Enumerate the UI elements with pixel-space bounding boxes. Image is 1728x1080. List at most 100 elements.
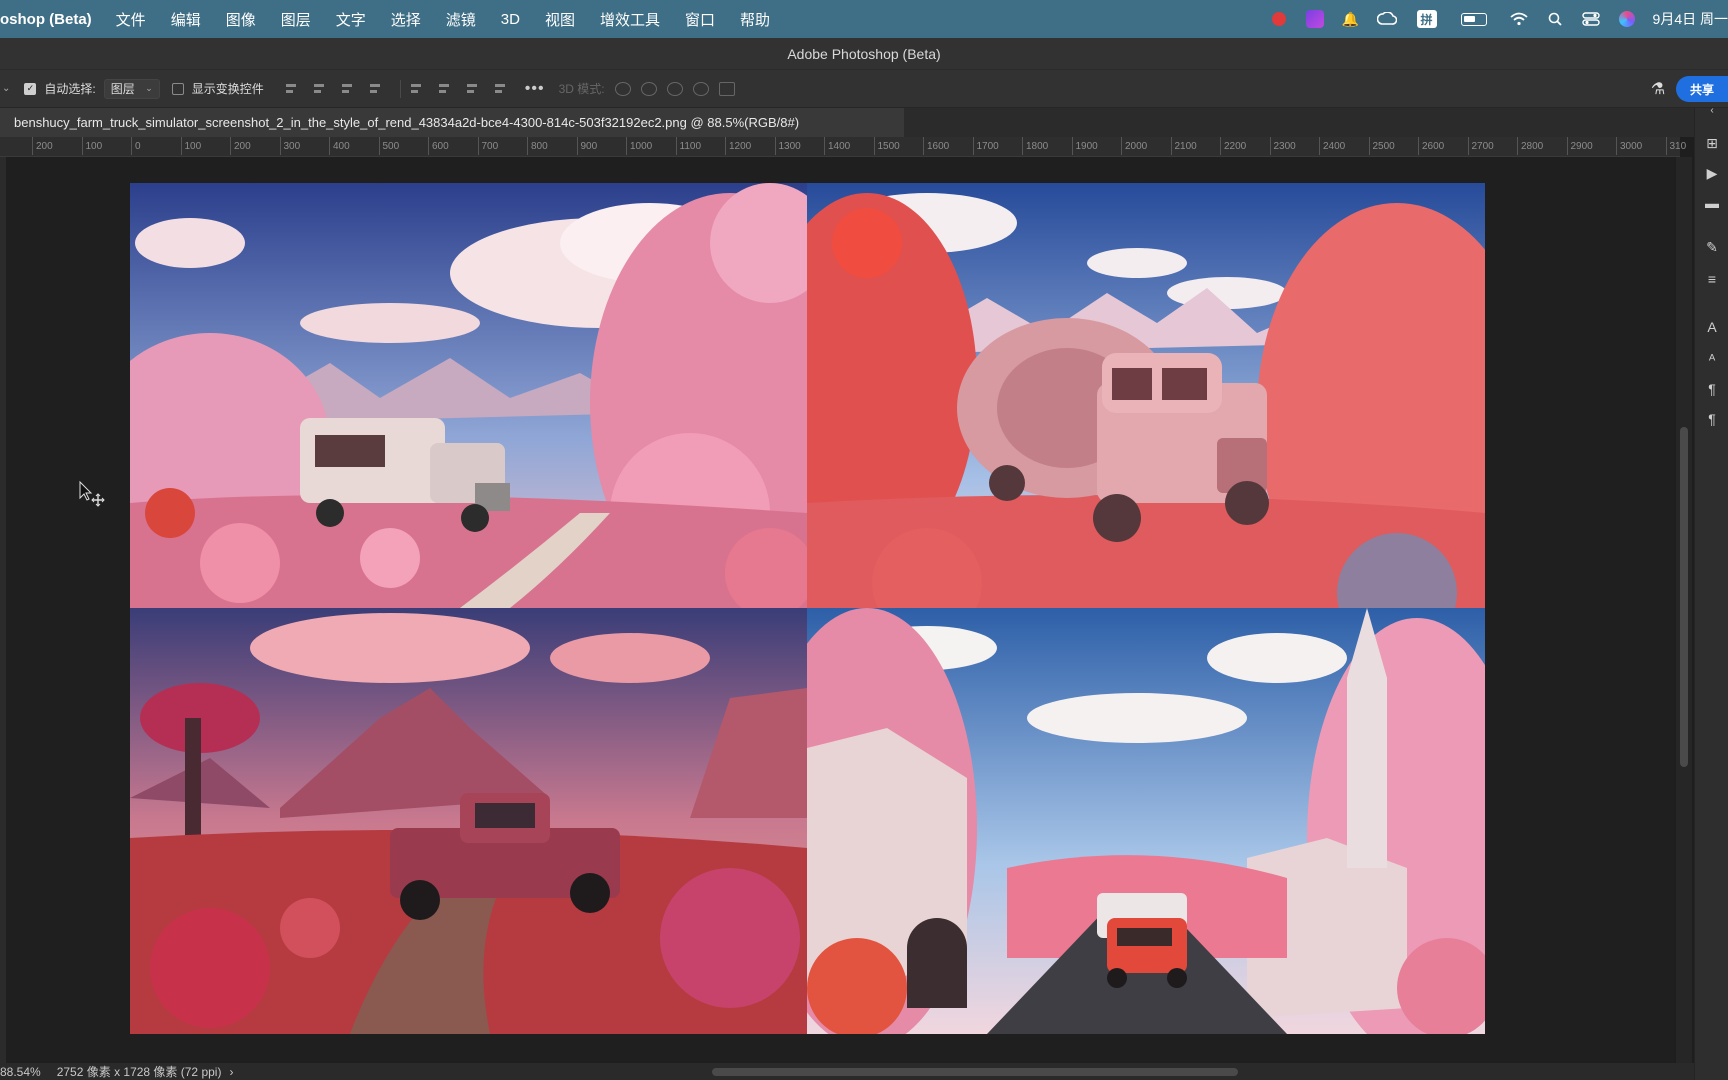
ruler-tick-label: 2900 [1566,137,1593,155]
ruler-tick-label: 2000 [1120,137,1148,155]
distribute-vertical-icon[interactable] [368,82,384,96]
menu-help[interactable]: 帮助 [740,9,770,30]
image-panel-bottom-left [130,608,807,1034]
app-extra-icon[interactable] [1305,9,1325,29]
ruler-tick-label: 2100 [1170,137,1197,155]
menu-plugins[interactable]: 增效工具 [600,9,660,30]
creative-cloud-icon[interactable] [1376,9,1397,29]
divider [399,79,401,98]
vertical-scroll-thumb[interactable] [1680,427,1688,767]
ruler-tick-label: 2800 [1516,137,1544,155]
zoom-level[interactable]: 88.54% [0,1065,41,1079]
actions-play-icon[interactable]: ▶ [1703,164,1721,182]
window-title-bar: Adobe Photoshop (Beta) [0,38,1728,70]
ruler-tick-label: 1600 [922,137,950,155]
auto-select-checkbox[interactable]: ✓ [24,82,37,95]
tool-preset-chevron-icon[interactable]: ⌄ [2,83,10,94]
auto-select-target-dropdown[interactable]: 图层 ⌄ [103,78,160,99]
ruler-tick-label: 2300 [1269,137,1296,155]
horizontal-scroll-thumb[interactable] [712,1068,1238,1076]
ruler-tick-label: 2200 [1219,137,1247,155]
ruler-tick-label: 2500 [1368,137,1395,155]
ruler-tick-label: 1800 [1021,137,1049,155]
status-menu: 🔔 拼 9月4日 周一 [1253,0,1728,38]
truck-scene-top-left [130,183,807,608]
ruler-tick-label: 0 [131,137,141,155]
battery-icon[interactable] [1459,9,1489,29]
ruler-tick-label: 1400 [823,137,851,155]
align-left-icon[interactable] [284,82,300,96]
ruler-tick-label: 100 [81,137,103,155]
menu-file[interactable]: 文件 [116,9,146,30]
document-dimensions[interactable]: 2752 像素 x 1728 像素 (72 ppi) [57,1063,222,1080]
ruler-tick-label: 100 [180,137,202,155]
ruler-tick-label: 1900 [1071,137,1098,155]
bell-icon[interactable]: 🔔 [1341,9,1361,29]
menu-select[interactable]: 选择 [391,9,421,30]
adjustments-icon[interactable]: ≡ [1703,270,1721,288]
document-tab[interactable]: benshucy_farm_truck_simulator_screenshot… [0,108,904,137]
ruler-tick-label: 1200 [724,137,752,155]
3d-pan-icon[interactable] [666,81,683,96]
ruler-tick-label: 200 [32,137,53,155]
align-top-icon[interactable] [409,82,425,96]
comments-icon[interactable]: ▬ [1703,194,1721,212]
align-bottom-icon[interactable] [465,82,481,96]
3d-camera-icon[interactable] [718,81,735,96]
ruler-tick-label: 1700 [972,137,999,155]
ruler-tick-label: 700 [477,137,499,155]
3d-orbit-icon[interactable] [614,81,631,96]
paragraph-styles-icon[interactable]: ¶ [1703,410,1721,428]
distribute-horizontal-icon[interactable] [493,82,509,96]
spotlight-search-icon[interactable] [1545,9,1565,29]
more-options-button[interactable]: ••• [525,80,545,98]
control-center-icon[interactable] [1581,9,1601,29]
glyphs-icon[interactable]: ᴬ [1703,350,1721,368]
share-button[interactable]: 共享 [1676,76,1728,102]
menu-3d[interactable]: 3D [501,11,520,28]
siri-icon[interactable] [1617,9,1637,29]
move-tool-cursor-icon [79,480,105,507]
status-expand-chevron-icon[interactable]: › [229,1065,233,1079]
menu-edit[interactable]: 编辑 [171,9,201,30]
document-tab-bar: benshucy_farm_truck_simulator_screenshot… [0,108,1728,137]
3d-slide-icon[interactable] [692,81,709,96]
menu-bar: oshop (Beta) 文件 编辑 图像 图层 文字 选择 滤镜 3D 视图 … [0,0,1728,38]
horizontal-ruler[interactable]: 200 100 0 100 200 300 400 500 600 700 800 900 1000 11… [0,137,1686,157]
align-vertical-center-icon[interactable] [437,82,453,96]
align-right-icon[interactable] [340,82,356,96]
menu-window[interactable]: 窗口 [685,9,715,30]
ruler-tick-label: 1000 [625,137,653,155]
wifi-icon[interactable] [1509,9,1529,29]
input-method-icon[interactable]: 拼 [1416,9,1437,29]
menu-layer[interactable]: 图层 [281,9,311,30]
collapse-panel-chevron-icon[interactable]: ‹ [1703,102,1721,120]
truck-scene-top-right [807,183,1485,608]
document-image[interactable] [130,183,1485,1034]
3d-roll-icon[interactable] [640,81,657,96]
ruler-tick-label: 310 [1665,137,1687,155]
menu-type[interactable]: 文字 [336,9,366,30]
brush-settings-icon[interactable]: ✎ [1703,238,1721,256]
chevron-down-icon: ⌄ [145,83,153,93]
menubar-clock[interactable]: 9月4日 周一 [1653,9,1728,29]
image-panel-top-left [130,183,807,608]
truck-scene-bottom-left [130,608,807,1034]
vertical-scrollbar[interactable] [1676,157,1692,1063]
ruler-tick-label: 2700 [1467,137,1494,155]
paragraph-icon[interactable]: ¶ [1703,380,1721,398]
right-panel-dock: ‹ ⊞ ▶ ▬ ✎ ≡ A ᴬ ¶ ¶ [1694,105,1728,1080]
menu-view[interactable]: 视图 [545,9,575,30]
ruler-tick-label: 600 [428,137,449,155]
flask-icon[interactable]: ⚗ [1648,79,1668,99]
history-icon[interactable]: ⊞ [1703,134,1721,152]
record-icon[interactable] [1269,9,1289,29]
show-transform-checkbox[interactable] [171,82,184,95]
ruler-tick-label: 900 [576,137,598,155]
app-menu[interactable]: oshop (Beta) [0,11,92,28]
character-panel-icon[interactable]: A [1703,318,1721,336]
menu-filter[interactable]: 滤镜 [446,9,476,30]
align-horizontal-center-icon[interactable] [312,82,328,96]
ruler-tick-label: 800 [527,137,548,155]
menu-image[interactable]: 图像 [226,9,256,30]
